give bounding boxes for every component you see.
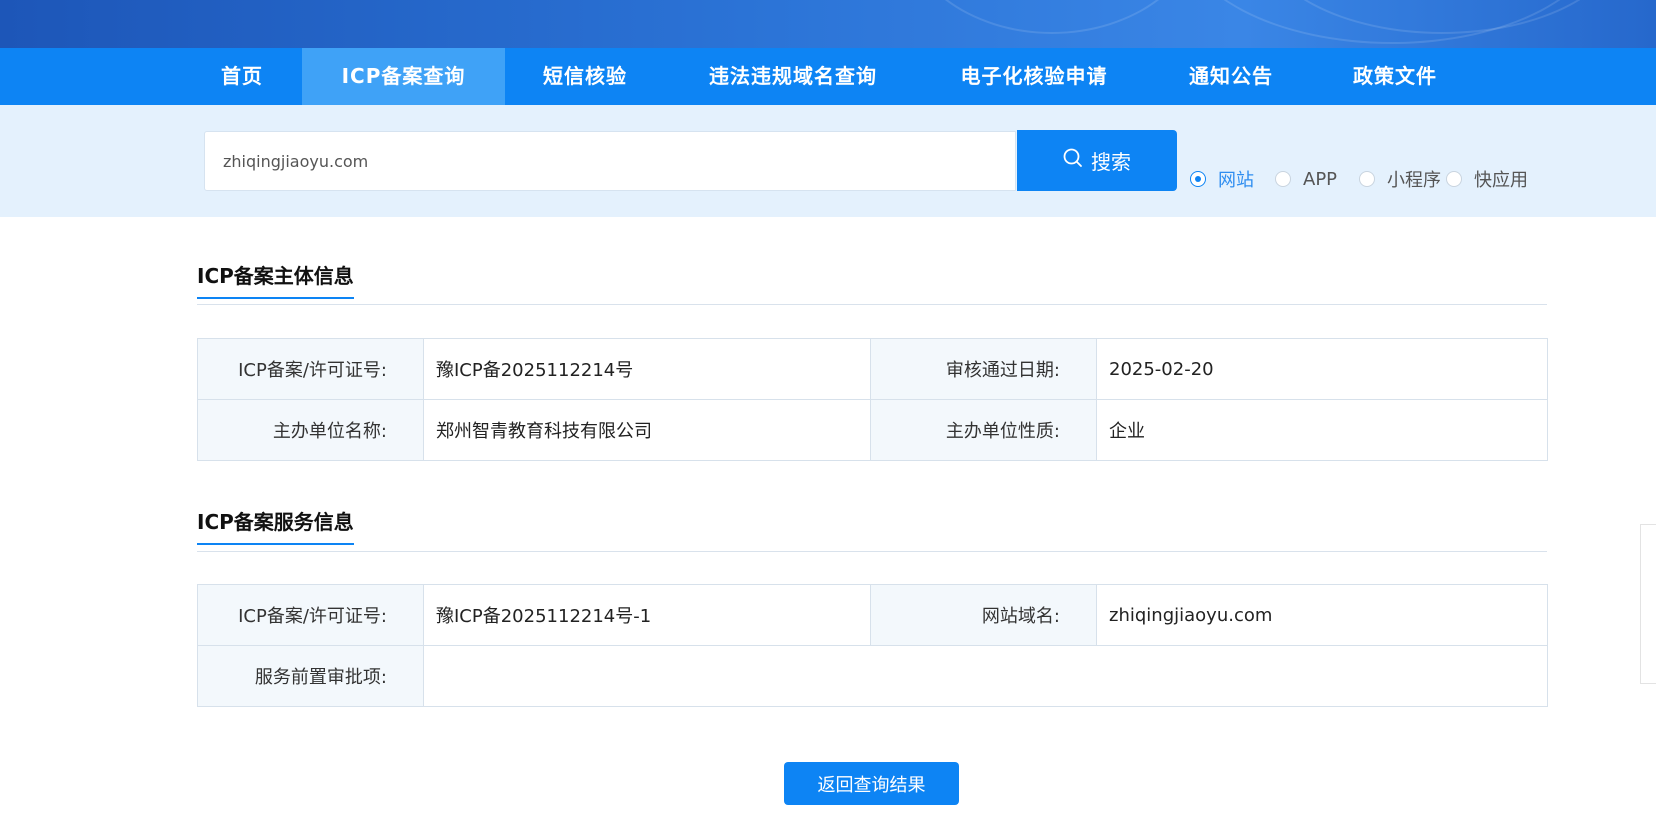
subject-info-table: ICP备案/许可证号: 豫ICP备2025112214号 审核通过日期: 202…: [197, 338, 1548, 461]
nav-item-notices[interactable]: 通知公告: [1172, 48, 1290, 105]
search-button-label: 搜索: [1091, 150, 1131, 174]
side-float-tab[interactable]: [1640, 524, 1656, 684]
section-divider: [197, 304, 1547, 305]
organizer-name-value: 郑州智青教育科技有限公司: [423, 399, 871, 461]
approval-date-value: 2025-02-20: [1096, 338, 1548, 400]
nav-item-sms-verify[interactable]: 短信核验: [526, 48, 644, 105]
service-license-value: 豫ICP备2025112214号-1: [423, 584, 871, 646]
nav-item-e-verify[interactable]: 电子化核验申请: [944, 48, 1124, 105]
type-radio-quickapp[interactable]: 快应用: [1446, 168, 1528, 191]
nav-item-illegal-domain[interactable]: 违法违规域名查询: [690, 48, 896, 105]
radio-label: 快应用: [1474, 170, 1528, 191]
nav-item-home[interactable]: 首页: [204, 48, 280, 105]
radio-label: 网站: [1218, 170, 1254, 191]
radio-indicator: [1275, 171, 1291, 187]
approval-date-label: 审核通过日期:: [870, 338, 1097, 400]
website-domain-value: zhiqingjiaoyu.com: [1096, 584, 1548, 646]
radio-label: APP: [1303, 168, 1338, 190]
search-icon: [1063, 148, 1083, 173]
back-to-results-button[interactable]: 返回查询结果: [784, 762, 959, 805]
radio-indicator: [1359, 171, 1375, 187]
table-row: 服务前置审批项:: [197, 645, 1548, 707]
type-radio-miniprogram[interactable]: 小程序: [1359, 168, 1441, 191]
organizer-name-label: 主办单位名称:: [197, 399, 424, 461]
section-divider: [197, 551, 1547, 552]
license-number-label: ICP备案/许可证号:: [197, 338, 424, 400]
main-nav: 首页 ICP备案查询 短信核验 违法违规域名查询 电子化核验申请 通知公告 政策…: [0, 48, 1656, 105]
organizer-type-label: 主办单位性质:: [870, 399, 1097, 461]
service-info-table: ICP备案/许可证号: 豫ICP备2025112214号-1 网站域名: zhi…: [197, 584, 1548, 707]
table-row: 主办单位名称: 郑州智青教育科技有限公司 主办单位性质: 企业: [197, 399, 1548, 461]
radio-indicator: [1446, 171, 1462, 187]
preapproval-label: 服务前置审批项:: [197, 645, 424, 707]
website-domain-label: 网站域名:: [870, 584, 1097, 646]
service-license-label: ICP备案/许可证号:: [197, 584, 424, 646]
type-radio-app[interactable]: APP: [1275, 168, 1337, 190]
nav-item-policy[interactable]: 政策文件: [1336, 48, 1454, 105]
search-button[interactable]: 搜索: [1017, 130, 1177, 191]
table-row: ICP备案/许可证号: 豫ICP备2025112214号-1 网站域名: zhi…: [197, 584, 1548, 646]
site-header-banner: [0, 0, 1656, 48]
preapproval-value: [423, 645, 1548, 707]
type-radio-website[interactable]: 网站: [1190, 168, 1254, 191]
radio-indicator: [1190, 171, 1206, 187]
table-row: ICP备案/许可证号: 豫ICP备2025112214号 审核通过日期: 202…: [197, 338, 1548, 400]
search-input[interactable]: [204, 131, 1016, 191]
license-number-value: 豫ICP备2025112214号: [423, 338, 871, 400]
service-section-title: ICP备案服务信息: [197, 506, 354, 545]
nav-item-icp-query[interactable]: ICP备案查询: [302, 48, 505, 105]
subject-section-title: ICP备案主体信息: [197, 260, 354, 299]
organizer-type-value: 企业: [1096, 399, 1548, 461]
radio-label: 小程序: [1387, 170, 1441, 191]
